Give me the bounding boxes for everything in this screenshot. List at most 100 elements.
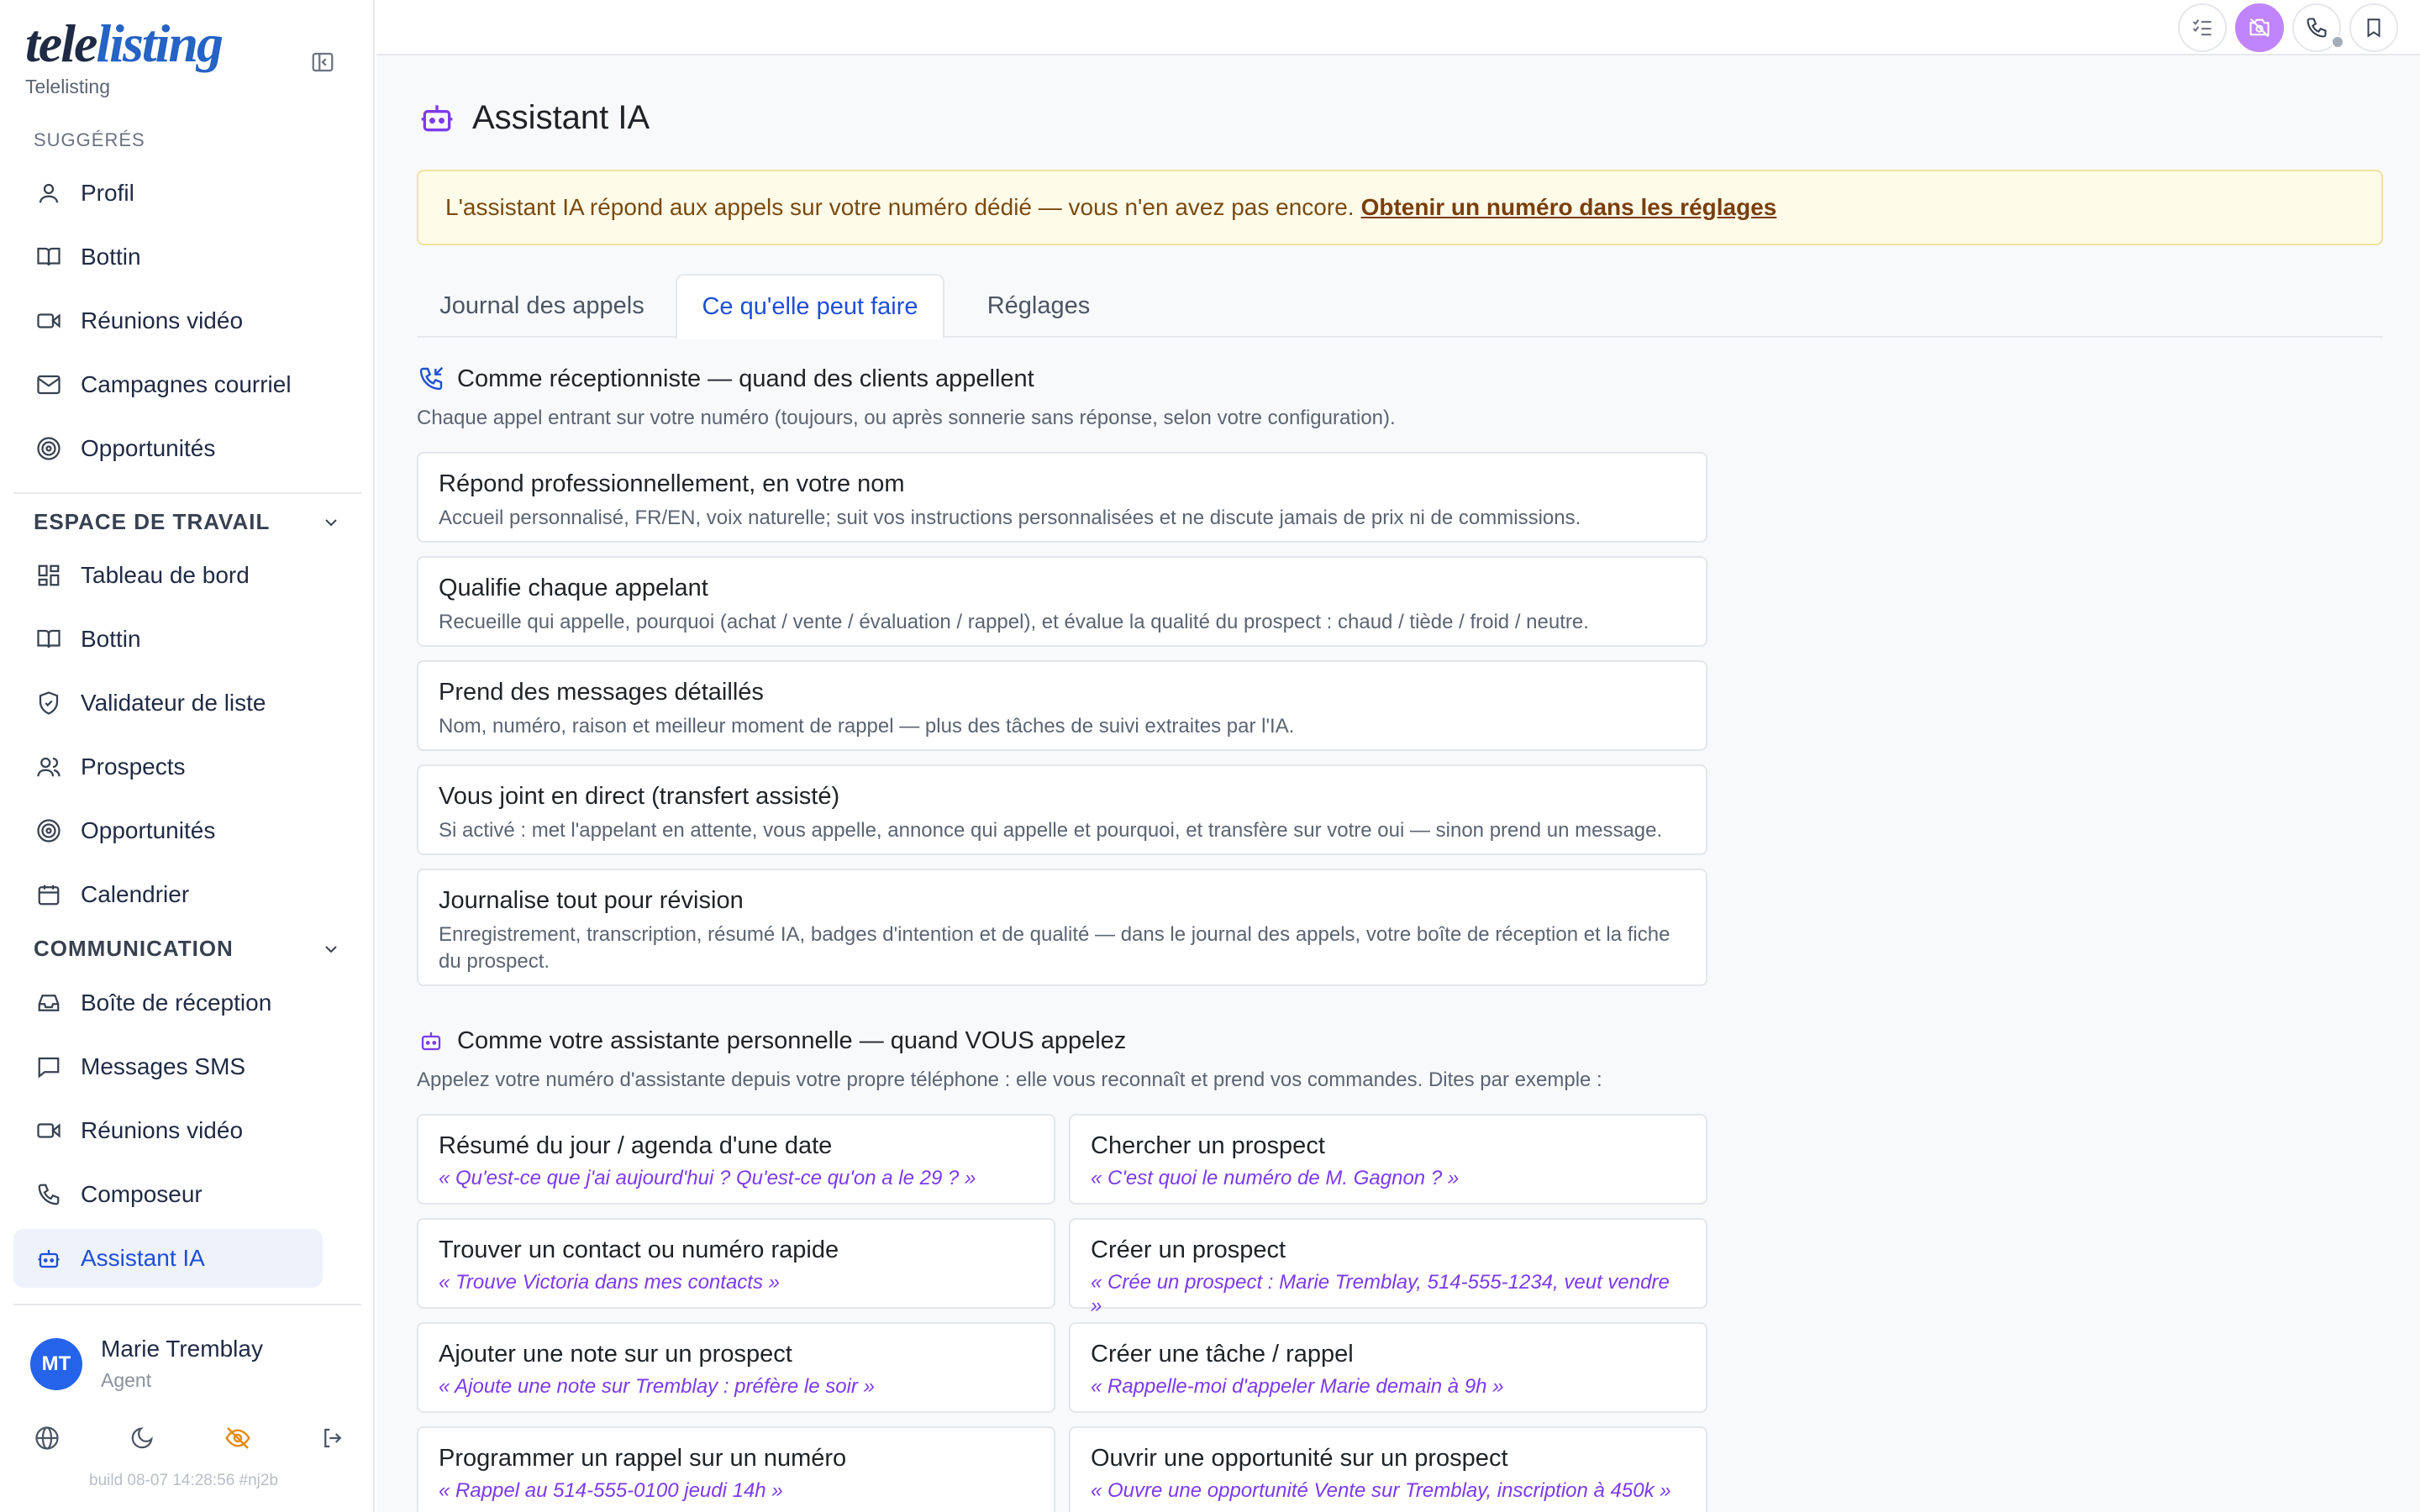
calendar-icon — [34, 879, 64, 910]
brand-subtitle: Telelisting — [25, 76, 110, 97]
sidebar-item-label: Messages SMS — [81, 1053, 246, 1079]
receptionist-title-text: Comme réceptionniste — quand des clients… — [457, 365, 1034, 392]
avatar: MT — [30, 1337, 82, 1390]
bot-icon — [417, 97, 457, 138]
card-title: Vous joint en direct (transfert assisté) — [439, 783, 840, 810]
message-icon — [34, 1052, 64, 1082]
sidebar-item-opportunites[interactable]: Opportunités — [13, 419, 323, 478]
sidebar-item-label: Bottin — [81, 244, 141, 270]
no-number-banner: L'assistant IA répond aux appels sur vot… — [417, 170, 2383, 245]
sidebar-item-label: Bottin — [81, 626, 141, 652]
sidebar-item-messages-sms[interactable]: Messages SMS — [13, 1037, 323, 1096]
sidebar-item-label: Composeur — [81, 1181, 203, 1207]
card-title: Journalise tout pour révision — [439, 887, 744, 914]
user-profile[interactable]: MT Marie Tremblay Agent — [30, 1336, 263, 1392]
capability-card: Journalise tout pour révision Enregistre… — [417, 869, 1707, 986]
card-title: Chercher un prospect — [1091, 1132, 1325, 1159]
tab-ce-quelle-peut-faire[interactable]: Ce qu'elle peut faire — [676, 274, 944, 339]
chevron-down-icon — [325, 945, 337, 953]
globe-icon[interactable] — [30, 1421, 64, 1455]
sidebar-item-prospects[interactable]: Prospects — [13, 738, 323, 796]
card-example: « C'est quoi le numéro de M. Gagnon ? » — [1091, 1167, 1460, 1189]
sidebar-item-reunions-video-comm[interactable]: Réunions vidéo — [13, 1101, 323, 1160]
bookmark-button[interactable] — [2349, 3, 2398, 52]
target-icon — [34, 816, 64, 846]
moon-icon[interactable] — [125, 1421, 159, 1455]
target-icon — [34, 433, 64, 464]
video-icon — [34, 1116, 64, 1146]
card-title: Créer une tâche / rappel — [1091, 1341, 1354, 1368]
brand[interactable]: telelisting Telelisting — [25, 17, 224, 98]
card-title: Créer un prospect — [1091, 1236, 1286, 1263]
logo-listing: listing — [96, 13, 224, 73]
sidebar-item-label: Réunions vidéo — [81, 307, 244, 333]
sidebar-item-label: Tableau de bord — [81, 562, 250, 588]
receptionist-section-title: Comme réceptionniste — quand des clients… — [417, 365, 1034, 393]
sidebar-footer-actions — [30, 1421, 350, 1455]
divider — [13, 492, 361, 494]
bot-icon — [417, 1026, 445, 1055]
chevron-down-icon — [325, 518, 337, 526]
banner-settings-link[interactable]: Obtenir un numéro dans les réglages — [1361, 194, 1777, 221]
card-example: « Ouvre une opportunité Vente sur Trembl… — [1091, 1479, 1671, 1502]
tab-reglages[interactable]: Réglages — [955, 274, 1123, 338]
card-desc: Nom, numéro, raison et meilleur moment d… — [439, 715, 1295, 738]
suggested-section-label: SUGGÉRÉS — [34, 129, 145, 150]
sidebar-item-reunions-video[interactable]: Réunions vidéo — [13, 291, 323, 350]
tasks-button[interactable] — [2178, 3, 2227, 52]
sidebar-item-label: Réunions vidéo — [81, 1117, 244, 1143]
eye-off-icon[interactable] — [221, 1421, 255, 1455]
camera-toggle-button[interactable] — [2235, 3, 2284, 52]
sidebar-item-bottin-workspace[interactable]: Bottin — [13, 610, 323, 669]
sidebar-item-profil[interactable]: Profil — [13, 164, 323, 223]
divider — [13, 1304, 361, 1305]
collapse-sidebar-button[interactable] — [308, 47, 338, 77]
sidebar-item-composeur[interactable]: Composeur — [13, 1165, 323, 1224]
card-example: « Ajoute une note sur Tremblay : préfère… — [439, 1375, 875, 1398]
sidebar-item-calendrier[interactable]: Calendrier — [13, 865, 323, 924]
communication-section-label: COMMUNICATION — [34, 936, 234, 961]
sidebar-item-campagnes-courriel[interactable]: Campagnes courriel — [13, 355, 323, 414]
card-example: « Rappelle-moi d'appeler Marie demain à … — [1091, 1375, 1504, 1398]
sidebar-item-boite-de-reception[interactable]: Boîte de réception — [13, 974, 323, 1032]
command-card: Ouvrir une opportunité sur un prospect «… — [1069, 1426, 1707, 1512]
camera-off-icon — [2249, 18, 2270, 38]
command-card: Créer une tâche / rappel « Rappelle-moi … — [1069, 1322, 1707, 1413]
book-icon — [34, 242, 64, 272]
capability-card: Vous joint en direct (transfert assisté)… — [417, 764, 1707, 855]
inbox-icon — [34, 988, 64, 1018]
card-example: « Crée un prospect : Marie Tremblay, 514… — [1091, 1271, 1670, 1317]
capability-card: Qualifie chaque appelant Recueille qui a… — [417, 556, 1707, 647]
book-icon — [34, 624, 64, 654]
personal-title-text: Comme votre assistante personnelle — qua… — [457, 1026, 1127, 1054]
card-title: Résumé du jour / agenda d'une date — [439, 1132, 833, 1159]
personal-section-desc: Appelez votre numéro d'assistante depuis… — [417, 1068, 1602, 1091]
dashboard-icon — [34, 560, 64, 591]
card-example: « Qu'est-ce que j'ai aujourd'hui ? Qu'es… — [439, 1167, 976, 1189]
logout-icon[interactable] — [316, 1421, 350, 1455]
sidebar-item-tableau-de-bord[interactable]: Tableau de bord — [13, 546, 323, 605]
sidebar-item-label: Validateur de liste — [81, 690, 266, 716]
card-title: Qualifie chaque appelant — [439, 575, 708, 601]
workspace-section-label: ESPACE DE TRAVAIL — [34, 509, 271, 534]
tab-journal-des-appels[interactable]: Journal des appels — [417, 274, 667, 338]
card-example: « Rappel au 514-555-0100 jeudi 14h » — [439, 1479, 783, 1502]
card-title: Répond professionnellement, en votre nom — [439, 470, 905, 497]
sidebar-item-label: Boîte de réception — [81, 990, 272, 1016]
communication-section-header[interactable]: COMMUNICATION — [34, 936, 341, 962]
sidebar-item-opportunites-workspace[interactable]: Opportunités — [13, 801, 323, 860]
logo[interactable]: telelisting — [25, 17, 224, 71]
banner-text: L'assistant IA répond aux appels sur vot… — [445, 194, 1355, 220]
sidebar-item-assistant-ia[interactable]: Assistant IA — [13, 1229, 323, 1288]
sidebar-item-validateur-de-liste[interactable]: Validateur de liste — [13, 674, 323, 732]
command-card: Programmer un rappel sur un numéro « Rap… — [417, 1426, 1055, 1512]
sidebar-item-bottin[interactable]: Bottin — [13, 228, 323, 286]
sidebar-item-label: Profil — [81, 180, 134, 206]
logo-tele: tele — [25, 13, 97, 73]
card-title: Ouvrir une opportunité sur un prospect — [1091, 1445, 1508, 1472]
sidebar-item-label: Assistant IA — [81, 1245, 205, 1271]
users-icon — [34, 752, 64, 782]
sidebar: telelisting Telelisting SUGGÉRÉS Profil … — [0, 0, 375, 1512]
command-card: Résumé du jour / agenda d'une date « Qu'… — [417, 1114, 1055, 1205]
workspace-section-header[interactable]: ESPACE DE TRAVAIL — [34, 509, 341, 535]
